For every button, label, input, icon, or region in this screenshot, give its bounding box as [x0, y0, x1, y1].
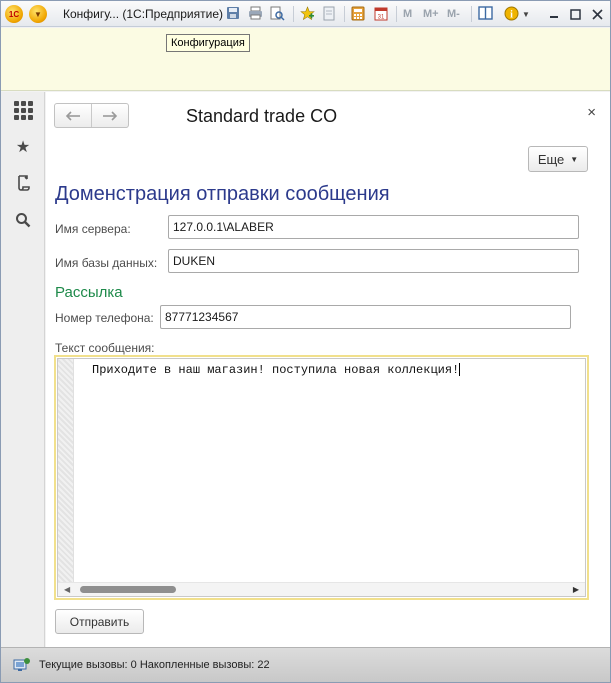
title-bar: 1С ▼ Конфигу... (1С:Предприятие) 31 M M+… — [1, 1, 610, 27]
more-button-label: Еще — [537, 151, 565, 167]
message-text: Приходите в наш магазин! поступила новая… — [92, 363, 461, 377]
back-arrow-icon[interactable] — [55, 104, 91, 127]
1c-logo-icon[interactable]: 1С — [5, 5, 23, 23]
copy-link-icon[interactable] — [321, 5, 337, 21]
maximize-icon[interactable] — [566, 5, 584, 23]
send-button[interactable]: Отправить — [55, 609, 144, 634]
memory-subtract-button[interactable]: M- — [447, 5, 460, 23]
main-menu-icon[interactable]: ▼ — [29, 5, 47, 23]
add-favorite-icon[interactable] — [299, 5, 315, 21]
more-button[interactable]: Еще ▼ — [528, 146, 588, 172]
toolbar-separator — [344, 6, 345, 22]
history-icon[interactable] — [13, 173, 33, 193]
svg-text:i: i — [510, 9, 513, 20]
chevron-down-icon: ▼ — [570, 154, 579, 164]
panel-layout-icon[interactable] — [477, 5, 493, 21]
status-bar: Текущие вызовы: 0 Накопленные вызовы: 22 — [1, 647, 610, 682]
info-panel — [1, 28, 610, 91]
scroll-right-icon[interactable]: ▶ — [573, 585, 579, 594]
phone-label: Номер телефона: — [55, 311, 154, 325]
phone-field[interactable]: 87771234567 — [160, 305, 571, 329]
memory-add-button[interactable]: M+ — [423, 5, 439, 23]
mailing-heading: Рассылка — [55, 284, 123, 301]
form-title: Standard trade CO — [186, 106, 338, 126]
database-label: Имя базы данных: — [55, 256, 158, 270]
svg-text:31: 31 — [378, 14, 385, 20]
message-textarea[interactable]: Приходите в наш магазин! поступила новая… — [54, 355, 589, 600]
app-window: 1С ▼ Конфигу... (1С:Предприятие) 31 M M+… — [0, 0, 611, 683]
sections-panel: ★ — [1, 92, 45, 647]
all-functions-icon[interactable] — [13, 100, 33, 120]
server-calls-icon[interactable] — [13, 657, 31, 673]
message-text-value: Приходите в наш магазин! поступила новая… — [92, 363, 460, 377]
tooltip: Конфигурация — [166, 34, 250, 52]
window-close-icon[interactable] — [588, 5, 606, 23]
message-label: Текст сообщения: — [55, 341, 155, 355]
toolbar-separator — [396, 6, 397, 22]
minimize-icon[interactable] — [545, 5, 563, 23]
form-heading: Доменстрация отправки сообщения — [55, 183, 390, 205]
form-close-icon[interactable]: × — [587, 104, 596, 121]
database-field[interactable]: DUKEN — [168, 249, 579, 273]
window-title: Конфигу... (1С:Предприятие) — [63, 7, 224, 21]
info-icon[interactable]: i — [503, 5, 519, 21]
textarea-gutter — [58, 359, 74, 596]
text-cursor — [459, 363, 461, 377]
form-area: Standard trade CO × Еще ▼ Доменстрация о… — [46, 92, 610, 647]
logo-text: 1С — [8, 9, 20, 19]
print-preview-icon[interactable] — [269, 5, 285, 21]
navigation-buttons — [54, 103, 129, 128]
save-icon[interactable] — [225, 5, 241, 21]
search-icon[interactable] — [13, 210, 33, 230]
calculator-icon[interactable] — [350, 5, 366, 21]
toolbar-separator — [471, 6, 472, 22]
scrollbar-thumb[interactable] — [80, 586, 176, 593]
memory-button[interactable]: M — [403, 5, 412, 23]
forward-arrow-icon[interactable] — [91, 104, 128, 127]
calls-counter: Текущие вызовы: 0 Накопленные вызовы: 22 — [39, 659, 270, 671]
toolbar-separator — [293, 6, 294, 22]
calendar-icon[interactable]: 31 — [373, 5, 389, 21]
horizontal-scrollbar[interactable]: ◀ ▶ — [58, 582, 585, 596]
print-icon[interactable] — [247, 5, 263, 21]
message-textarea-inner: Приходите в наш магазин! поступила новая… — [57, 358, 586, 597]
favorites-star-icon[interactable]: ★ — [13, 137, 33, 157]
server-label: Имя сервера: — [55, 222, 131, 236]
server-field[interactable]: 127.0.0.1\ALABER — [168, 215, 579, 239]
info-dropdown-icon[interactable]: ▼ — [521, 5, 531, 23]
scroll-left-icon[interactable]: ◀ — [64, 585, 70, 594]
